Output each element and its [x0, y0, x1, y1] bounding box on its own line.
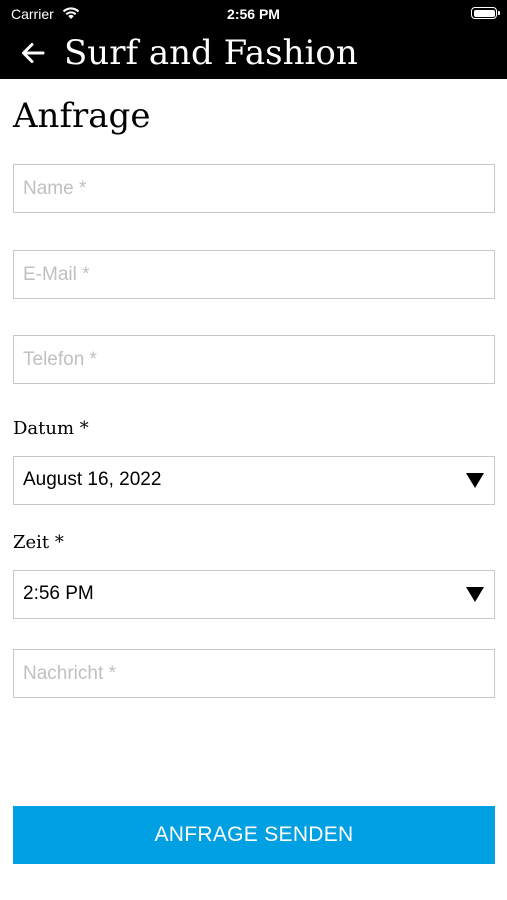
- name-field[interactable]: [13, 164, 495, 213]
- dropdown-arrow-icon: [466, 473, 484, 488]
- form-heading: Anfrage: [13, 96, 151, 136]
- time-select[interactable]: 2:56 PM: [13, 570, 495, 619]
- message-field[interactable]: [13, 649, 495, 698]
- date-label: Datum *: [13, 418, 89, 439]
- arrow-left-icon[interactable]: [18, 38, 48, 68]
- email-input[interactable]: [14, 251, 494, 298]
- date-value: August 16, 2022: [23, 469, 162, 490]
- name-input[interactable]: [14, 165, 494, 212]
- status-bar: Carrier 2:56 PM: [0, 0, 507, 28]
- app-header: Carrier 2:56 PM Surf and Fashion: [0, 0, 507, 79]
- date-select[interactable]: August 16, 2022: [13, 456, 495, 505]
- status-time: 2:56 PM: [227, 6, 280, 22]
- phone-input[interactable]: [14, 336, 494, 383]
- page-title: Surf and Fashion: [64, 33, 358, 73]
- message-input[interactable]: [14, 650, 494, 697]
- battery-icon: [471, 7, 500, 19]
- phone-field[interactable]: [13, 335, 495, 384]
- time-value: 2:56 PM: [23, 583, 94, 604]
- time-label: Zeit *: [13, 532, 64, 553]
- dropdown-arrow-icon: [466, 587, 484, 602]
- submit-button[interactable]: ANFRAGE SENDEN: [13, 806, 495, 864]
- email-field[interactable]: [13, 250, 495, 299]
